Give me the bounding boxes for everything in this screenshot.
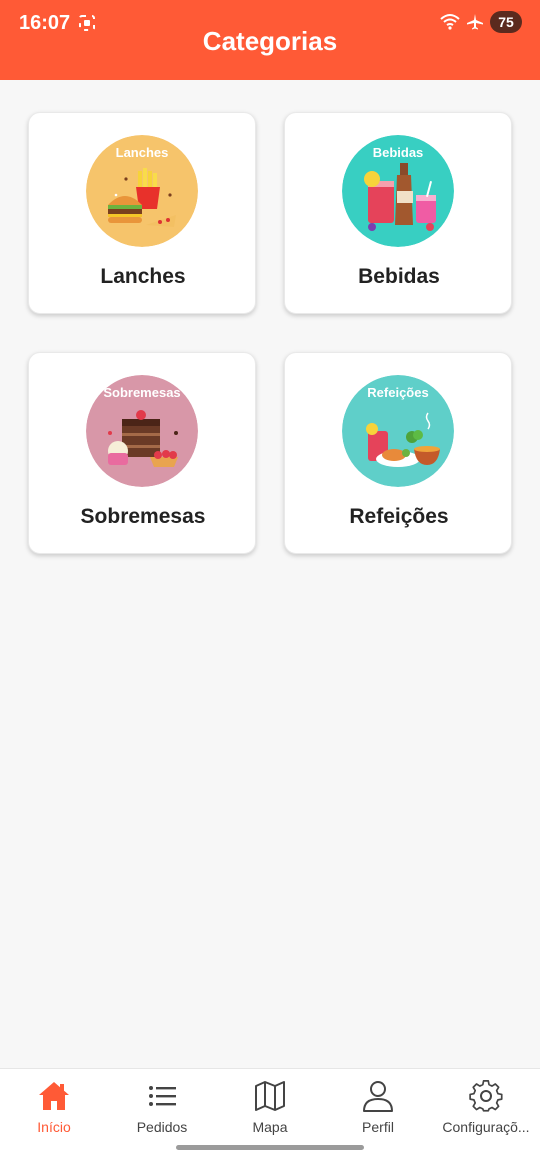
- category-label: Lanches: [100, 265, 186, 288]
- category-image-caption: Sobremesas: [103, 385, 181, 400]
- nav-label: Início: [37, 1119, 71, 1135]
- category-card-refeicoes[interactable]: Refeições Refeições: [284, 352, 512, 554]
- user-icon: [363, 1081, 393, 1112]
- home-indicator[interactable]: [176, 1145, 364, 1150]
- gear-icon: [469, 1080, 503, 1112]
- category-image-lanches: Lanches: [86, 135, 198, 247]
- page-title: Categorias: [202, 26, 338, 56]
- category-card-sobremesas[interactable]: Sobremesas Sobremesas: [28, 352, 256, 554]
- category-grid: Lanches Lanches Bebidas Bebidas Sobremes…: [28, 112, 512, 554]
- category-label: Bebidas: [358, 265, 440, 288]
- category-card-lanches[interactable]: Lanches Lanches: [28, 112, 256, 314]
- app-root: 16:07 75 Categorias Lanches Lanches Bebi…: [0, 0, 540, 1158]
- nav-label: Pedidos: [136, 1119, 188, 1135]
- category-label: Sobremesas: [80, 505, 206, 528]
- app-header: 16:07 75 Categorias: [0, 0, 540, 80]
- nav-label: Mapa: [252, 1119, 288, 1135]
- category-image-caption: Refeições: [367, 385, 429, 400]
- category-image-refeicoes: Refeições: [342, 375, 454, 487]
- list-icon: [149, 1086, 176, 1106]
- nav-label: Configuraçõ...: [442, 1119, 530, 1135]
- category-image-sobremesas: Sobremesas: [86, 375, 198, 487]
- category-image-caption: Bebidas: [372, 145, 424, 160]
- category-image-bebidas: Bebidas: [342, 135, 454, 247]
- category-card-bebidas[interactable]: Bebidas Bebidas: [284, 112, 512, 314]
- category-image-caption: Lanches: [115, 145, 169, 160]
- map-icon: [255, 1081, 285, 1111]
- category-label: Refeições: [349, 505, 449, 528]
- nav-item-configuracoes[interactable]: Configuraçõ...: [432, 1069, 540, 1158]
- nav-label: Perfil: [362, 1119, 394, 1135]
- nav-item-inicio[interactable]: Início: [0, 1069, 108, 1158]
- home-icon: [39, 1082, 69, 1110]
